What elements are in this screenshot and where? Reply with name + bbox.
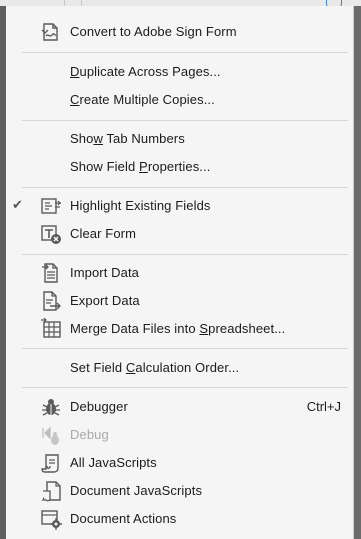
export-data-icon	[40, 290, 62, 312]
menu-item-label: Convert to Adobe Sign Form	[70, 24, 237, 39]
menu-item-document-javascripts[interactable]: Document JavaScripts	[6, 477, 353, 505]
clear-form-icon	[40, 223, 62, 245]
menu-separator	[22, 387, 348, 388]
menu-item-label: All JavaScripts	[70, 455, 157, 470]
debug-step-icon	[40, 424, 62, 446]
menu-item-document-actions[interactable]: Document Actions	[6, 505, 353, 533]
menu-separator	[22, 120, 348, 121]
menu-separator	[22, 254, 348, 255]
menu-item-merge-data-files[interactable]: Merge Data Files into Spreadsheet...	[6, 315, 353, 343]
menu-item-label: Show Field Properties...	[70, 159, 211, 174]
menu-item-debug: Debug	[6, 421, 353, 449]
javascript-scroll-icon	[40, 452, 62, 474]
menu-item-shortcut: Ctrl+J	[306, 399, 341, 414]
menu-separator	[22, 348, 348, 349]
bug-icon	[40, 396, 62, 418]
menu-item-show-tab-numbers[interactable]: Show Tab Numbers	[6, 125, 353, 153]
menu-item-label: Document JavaScripts	[70, 483, 203, 498]
import-data-icon	[40, 262, 62, 284]
menu-item-export-data[interactable]: Export Data	[6, 287, 353, 315]
menu-item-label: Show Tab Numbers	[70, 131, 185, 146]
document-actions-icon	[40, 508, 62, 530]
checkmark-icon: ✔	[12, 197, 23, 212]
menu-item-label: Merge Data Files into Spreadsheet...	[70, 321, 286, 336]
menu-item-label: Set Field Calculation Order...	[70, 360, 240, 375]
menu-item-import-data[interactable]: Import Data	[6, 259, 353, 287]
sign-form-icon	[40, 21, 62, 43]
menu-item-label: Highlight Existing Fields	[70, 198, 211, 213]
menu-item-debugger[interactable]: Debugger Ctrl+J	[6, 393, 353, 421]
menu-item-all-javascripts[interactable]: All JavaScripts	[6, 449, 353, 477]
document-javascript-icon	[40, 480, 62, 502]
menu-item-set-field-calculation-order[interactable]: Set Field Calculation Order...	[6, 354, 353, 382]
menu-item-convert-sign-form[interactable]: Convert to Adobe Sign Form	[6, 18, 353, 46]
menu-item-create-multiple-copies[interactable]: Create Multiple Copies...	[6, 86, 353, 114]
menu-item-label: Duplicate Across Pages...	[70, 64, 221, 79]
menu-item-duplicate-across-pages[interactable]: Duplicate Across Pages...	[6, 58, 353, 86]
menu-separator	[22, 52, 348, 53]
highlight-fields-icon	[40, 195, 62, 217]
menu-item-label: Create Multiple Copies...	[70, 92, 215, 107]
menu-item-label: Clear Form	[70, 226, 137, 241]
menu-item-label: Debug	[70, 427, 109, 442]
menu-item-highlight-existing-fields[interactable]: ✔ Highlight Existing Fields	[6, 192, 353, 220]
menu-item-label: Import Data	[70, 265, 140, 280]
forms-more-menu: Convert to Adobe Sign Form Duplicate Acr…	[6, 6, 354, 539]
menu-item-label: Document Actions	[70, 511, 177, 526]
menu-item-show-field-properties[interactable]: Show Field Properties...	[6, 153, 353, 181]
menu-item-label: Export Data	[70, 293, 140, 308]
menu-item-label: Debugger	[70, 399, 128, 414]
menu-item-clear-form[interactable]: Clear Form	[6, 220, 353, 248]
menu-separator	[22, 187, 348, 188]
spreadsheet-icon	[40, 318, 62, 340]
